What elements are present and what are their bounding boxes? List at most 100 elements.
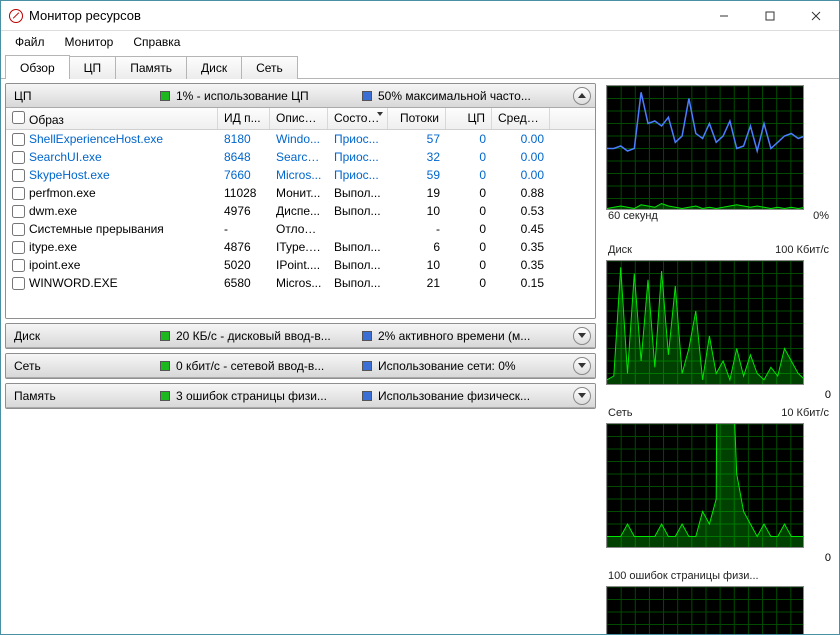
net-io-label: 0 кбит/с - сетевой ввод-в... xyxy=(176,359,356,373)
panel-memory: Память 3 ошибок страницы физи... Использ… xyxy=(5,383,596,409)
app-icon xyxy=(9,9,23,23)
disk-active-label: 2% активного времени (м... xyxy=(378,329,564,343)
cpu-usage-label: 1% - использование ЦП xyxy=(176,89,356,103)
panel-network: Сеть 0 кбит/с - сетевой ввод-в... Исполь… xyxy=(5,353,596,379)
chart-cpu-xlabel: 60 секунд xyxy=(608,210,658,222)
panel-memory-title: Память xyxy=(14,389,154,403)
resource-monitor-window: Монитор ресурсов Файл Монитор Справка Об… xyxy=(0,0,840,635)
swatch-blue-icon xyxy=(362,391,372,401)
col-image[interactable]: Образ xyxy=(6,108,218,129)
row-checkbox[interactable] xyxy=(12,151,25,164)
net-usage-label: Использование сети: 0% xyxy=(378,359,564,373)
swatch-green-icon xyxy=(160,331,170,341)
tabstrip: Обзор ЦП Память Диск Сеть xyxy=(1,53,839,79)
menu-help[interactable]: Справка xyxy=(125,33,188,51)
tab-cpu[interactable]: ЦП xyxy=(69,56,117,79)
chart-faults-title: 100 ошибок страницы физи... xyxy=(608,570,759,582)
tab-overview[interactable]: Обзор xyxy=(5,55,70,79)
chart-faults xyxy=(606,586,804,634)
chart-net-title: Сеть xyxy=(608,407,632,419)
titlebar[interactable]: Монитор ресурсов xyxy=(1,1,839,31)
chart-disk-zero: 0 xyxy=(825,389,831,401)
panel-cpu: ЦП 1% - использование ЦП 50% максимально… xyxy=(5,83,596,319)
left-column: ЦП 1% - использование ЦП 50% максимально… xyxy=(1,79,596,634)
expand-button[interactable] xyxy=(573,327,591,345)
chart-disk xyxy=(606,260,804,385)
col-desc[interactable]: Описа... xyxy=(270,108,328,129)
table-row[interactable]: itype.exe4876IType.exeВыпол...600.35 xyxy=(6,238,595,256)
content-area: ЦП 1% - использование ЦП 50% максимально… xyxy=(1,79,839,634)
chart-net-zero: 0 xyxy=(825,552,831,564)
chart-net-right: 10 Кбит/с xyxy=(781,407,829,419)
col-state[interactable]: Состоя... xyxy=(328,108,388,129)
panel-cpu-title: ЦП xyxy=(14,89,154,103)
panel-disk: Диск 20 КБ/с - дисковый ввод-в... 2% акт… xyxy=(5,323,596,349)
select-all-checkbox[interactable] xyxy=(12,111,25,124)
cpu-freq-label: 50% максимальной часто... xyxy=(378,89,564,103)
chart-cpu-right: 0% xyxy=(813,210,829,222)
close-button[interactable] xyxy=(793,1,839,31)
minimize-button[interactable] xyxy=(701,1,747,31)
mem-faults-label: 3 ошибок страницы физи... xyxy=(176,389,356,403)
swatch-blue-icon xyxy=(362,91,372,101)
tab-memory[interactable]: Память xyxy=(115,56,187,79)
chart-cpu xyxy=(606,85,804,210)
row-checkbox[interactable] xyxy=(12,205,25,218)
expand-button[interactable] xyxy=(573,387,591,405)
row-checkbox[interactable] xyxy=(12,169,25,182)
chevron-up-icon xyxy=(578,93,586,98)
window-title: Монитор ресурсов xyxy=(29,8,141,23)
chart-net-wrap: 0 xyxy=(606,423,831,548)
maximize-button[interactable] xyxy=(747,1,793,31)
table-row[interactable]: ShellExperienceHost.exe8180Windo...Приос… xyxy=(6,130,595,148)
panel-network-title: Сеть xyxy=(14,359,154,373)
cpu-table: Образ ИД п... Описа... Состоя... Потоки … xyxy=(6,108,595,318)
cpu-table-body[interactable]: ShellExperienceHost.exe8180Windo...Приос… xyxy=(6,130,595,292)
col-cpu[interactable]: ЦП xyxy=(446,108,492,129)
panel-disk-header[interactable]: Диск 20 КБ/с - дисковый ввод-в... 2% акт… xyxy=(6,324,595,348)
right-column: 60 секунд 0% Диск 100 Кбит/с 0 Сеть 10 К… xyxy=(596,79,839,634)
tab-network[interactable]: Сеть xyxy=(241,56,298,79)
chevron-down-icon xyxy=(578,363,586,368)
row-checkbox[interactable] xyxy=(12,187,25,200)
swatch-green-icon xyxy=(160,391,170,401)
menu-file[interactable]: Файл xyxy=(7,33,53,51)
table-row[interactable]: WINWORD.EXE6580Micros...Выпол...2100.15 xyxy=(6,274,595,292)
table-row[interactable]: Системные прерывания-Отлож...-00.45 xyxy=(6,220,595,238)
disk-io-label: 20 КБ/с - дисковый ввод-в... xyxy=(176,329,356,343)
swatch-blue-icon xyxy=(362,361,372,371)
row-checkbox[interactable] xyxy=(12,259,25,272)
chart-disk-title: Диск xyxy=(608,244,632,256)
cpu-table-header: Образ ИД п... Описа... Состоя... Потоки … xyxy=(6,108,595,130)
chart-disk-wrap: 0 xyxy=(606,260,831,385)
table-row[interactable]: ipoint.exe5020IPoint....Выпол...1000.35 xyxy=(6,256,595,274)
row-checkbox[interactable] xyxy=(12,223,25,236)
collapse-button[interactable] xyxy=(573,87,591,105)
table-row[interactable]: SkypeHost.exe7660Micros...Приос...5900.0… xyxy=(6,166,595,184)
col-threads[interactable]: Потоки xyxy=(388,108,446,129)
chart-cpu-wrap: 60 секунд 0% xyxy=(606,85,831,222)
swatch-green-icon xyxy=(160,91,170,101)
mem-usage-label: Использование физическ... xyxy=(378,389,564,403)
menu-monitor[interactable]: Монитор xyxy=(57,33,122,51)
chart-faults-wrap xyxy=(606,586,831,634)
row-checkbox[interactable] xyxy=(12,241,25,254)
chevron-down-icon xyxy=(578,393,586,398)
table-row[interactable]: dwm.exe4976Диспе...Выпол...1000.53 xyxy=(6,202,595,220)
swatch-green-icon xyxy=(160,361,170,371)
chevron-down-icon xyxy=(578,333,586,338)
col-pid[interactable]: ИД п... xyxy=(218,108,270,129)
expand-button[interactable] xyxy=(573,357,591,375)
panel-cpu-header[interactable]: ЦП 1% - использование ЦП 50% максимально… xyxy=(6,84,595,108)
table-row[interactable]: perfmon.exe11028Монит...Выпол...1900.88 xyxy=(6,184,595,202)
row-checkbox[interactable] xyxy=(12,277,25,290)
col-avg[interactable]: Средн... xyxy=(492,108,550,129)
chart-net xyxy=(606,423,804,548)
panel-memory-header[interactable]: Память 3 ошибок страницы физи... Использ… xyxy=(6,384,595,408)
tab-disk[interactable]: Диск xyxy=(186,56,242,79)
row-checkbox[interactable] xyxy=(12,133,25,146)
swatch-blue-icon xyxy=(362,331,372,341)
table-row[interactable]: SearchUI.exe8648Search ...Приос...3200.0… xyxy=(6,148,595,166)
panel-disk-title: Диск xyxy=(14,329,154,343)
panel-network-header[interactable]: Сеть 0 кбит/с - сетевой ввод-в... Исполь… xyxy=(6,354,595,378)
